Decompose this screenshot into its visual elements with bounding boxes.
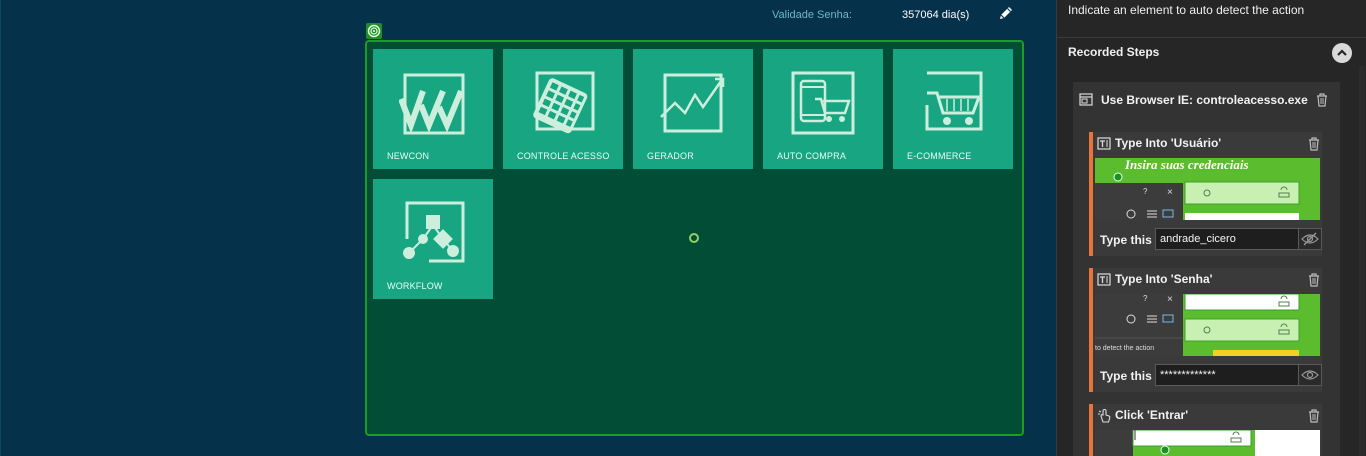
tile-auto-compra[interactable]: AUTO COMPRA — [763, 49, 883, 169]
tile-label: NEWCON — [387, 151, 430, 161]
scrollbar[interactable] — [1359, 66, 1365, 456]
type-this-label: Type this — [1100, 369, 1152, 383]
tile-label: CONTROLE ACESSO — [517, 151, 610, 161]
divider — [1057, 37, 1366, 38]
tile-label: AUTO COMPRA — [777, 151, 847, 161]
step-screenshot-thumbnail: ? × to detect the action — [1095, 294, 1320, 356]
tile-label: GERADOR — [647, 151, 694, 161]
chevron-up-icon — [1337, 49, 1347, 56]
type-this-row: Type this ************* — [1095, 363, 1322, 389]
keypad-icon — [533, 71, 595, 134]
type-this-row: Type this andrade_cicero — [1095, 227, 1322, 253]
thumb-hint-text: to detect the action — [1095, 345, 1154, 352]
step-header[interactable]: Type Into 'Senha' — [1095, 268, 1322, 292]
step-header[interactable]: Click 'Entrar' — [1095, 404, 1322, 428]
svg-text:?: ? — [1143, 187, 1148, 196]
step-card-entrar: Click 'Entrar' — [1089, 404, 1322, 456]
mobile-cart-icon — [791, 71, 855, 135]
browser-step-card: Use Browser IE: controleacesso.exe Type … — [1073, 82, 1340, 456]
tile-controle-acesso[interactable]: CONTROLE ACESSO — [503, 49, 623, 169]
tile-workflow[interactable]: WORKFLOW — [373, 179, 493, 299]
step-title: Click 'Entrar' — [1115, 408, 1189, 422]
newcon-icon — [399, 73, 465, 135]
step-card-senha: Type Into 'Senha' ? × to detect the acti… — [1089, 268, 1322, 392]
trash-icon[interactable] — [1316, 93, 1328, 107]
toggle-visibility-button[interactable] — [1298, 364, 1322, 386]
step-header[interactable]: Type Into 'Usuário' — [1095, 132, 1322, 156]
svg-text:?: ? — [1143, 294, 1148, 303]
trash-icon[interactable] — [1308, 137, 1320, 151]
svg-text:×: × — [1167, 294, 1173, 305]
trash-icon[interactable] — [1308, 273, 1320, 287]
browser-step-title: Use Browser IE: controleacesso.exe — [1101, 93, 1308, 107]
eye-slash-icon — [1301, 232, 1319, 246]
tile-label: E-COMMERCE — [907, 151, 972, 161]
validade-value: 357064 dia(s) — [902, 9, 970, 21]
eye-icon — [1301, 370, 1319, 380]
app-area: Validade Senha: 357064 dia(s) NEWCON CON… — [0, 0, 1056, 456]
tile-label: WORKFLOW — [387, 281, 443, 291]
validade-label: Validade Senha: — [772, 9, 852, 21]
hint-text: Indicate an element to auto detect the a… — [1068, 3, 1305, 17]
recorder-panel: Indicate an element to auto detect the a… — [1056, 0, 1366, 456]
collapse-button[interactable] — [1332, 43, 1352, 63]
workflow-icon — [403, 201, 465, 263]
browser-window-icon — [1079, 93, 1093, 106]
type-this-input[interactable]: andrade_cicero — [1155, 228, 1299, 250]
browser-step-header[interactable]: Use Browser IE: controleacesso.exe — [1073, 82, 1340, 116]
svg-text:×: × — [1167, 187, 1173, 198]
type-this-label: Type this — [1100, 233, 1152, 247]
target-indicator-icon — [366, 23, 382, 39]
click-icon — [1098, 408, 1111, 423]
thumb-heading-text: Insira suas credenciais — [1124, 158, 1249, 172]
tile-newcon[interactable]: NEWCON — [373, 49, 493, 169]
type-this-input[interactable]: ************* — [1155, 364, 1299, 386]
chart-line-icon — [660, 73, 725, 133]
cursor-target-dot — [689, 233, 699, 243]
trash-icon[interactable] — [1308, 409, 1320, 423]
recorded-steps-title: Recorded Steps — [1068, 45, 1160, 59]
step-screenshot-thumbnail: Insira suas credenciais ? × — [1095, 158, 1320, 220]
step-card-usuario: Type Into 'Usuário' Insira suas credenci… — [1089, 132, 1322, 256]
pencil-icon[interactable] — [997, 4, 1015, 22]
type-into-icon — [1097, 273, 1111, 286]
step-title: Type Into 'Senha' — [1115, 272, 1213, 286]
toggle-visibility-button[interactable] — [1298, 228, 1322, 250]
tile-e-commerce[interactable]: E-COMMERCE — [893, 49, 1013, 169]
step-screenshot-thumbnail — [1095, 430, 1320, 456]
tile-gerador[interactable]: GERADOR — [633, 49, 753, 169]
type-into-icon — [1097, 137, 1111, 150]
cart-icon — [925, 71, 983, 131]
step-title: Type Into 'Usuário' — [1115, 136, 1222, 150]
